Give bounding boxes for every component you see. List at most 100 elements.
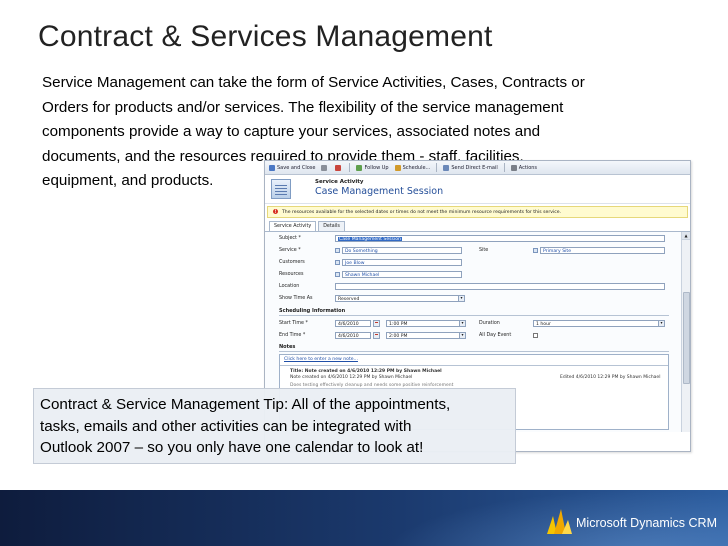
tip-line: tasks, emails and other activities can b… [40,417,412,435]
service-activity-icon [271,179,291,199]
resources-value[interactable]: Shawn Michael [345,273,379,277]
intro-line: components provide a way to capture your… [42,123,541,140]
warning-icon: ! [273,209,278,214]
note-edited: Edited 4/6/2010 12:29 PM by Shawn Michae… [560,375,661,380]
lookup-icon [335,248,340,253]
customers-lookup[interactable]: Joe Blow [342,259,462,266]
all-day-label: All Day Event [479,333,512,338]
location-input[interactable] [335,283,665,290]
form-tabs: Service Activity Details [265,221,690,232]
actions-label: Actions [518,164,538,171]
follow-up-label: Follow Up [364,164,389,171]
notes-divider [280,365,668,366]
schedule-label: Schedule... [402,164,431,171]
form-title: Case Management Session [315,186,444,197]
scroll-thumb[interactable] [683,292,690,384]
note-title: Title: Note created on 4/6/2010 12:29 PM… [290,369,442,374]
show-time-value: Reserved [338,297,360,302]
actions-menu[interactable]: Actions [510,164,538,171]
dynamics-logo-icon [547,509,572,534]
intro-line: Service Management can take the form of … [42,74,585,91]
scheduling-heading: Scheduling Information [279,308,346,314]
follow-up-icon [356,164,363,171]
start-date-value: 4/6/2010 [338,322,359,327]
service-value[interactable]: Do Something [345,249,378,253]
start-date-input[interactable]: 4/6/2010 [335,320,371,327]
duration-value: 1 hour [536,322,551,327]
chevron-down-icon[interactable]: ▾ [459,333,465,338]
toolbar-separator [503,163,505,172]
save-close-button[interactable]: Save and Close [269,164,316,171]
end-time-value: 2:00 PM [389,334,408,339]
form-scrollbar[interactable]: ▲ [681,232,690,432]
section-divider [279,315,669,316]
tip-callout: Contract & Service Management Tip: All o… [33,388,516,464]
entity-type: Service Activity [315,179,364,185]
end-date-input[interactable]: 4/6/2010 [335,332,371,339]
duration-label: Duration [479,321,500,326]
tab-details[interactable]: Details [318,221,345,231]
warning-text: The resources available for the selected… [282,209,562,215]
service-lookup[interactable]: Do Something [342,247,462,254]
form-header: Service Activity Case Management Session [265,175,690,204]
customers-label: Customers [279,260,305,265]
all-day-checkbox[interactable] [533,333,538,338]
note-created: Note created on 4/6/2010 12:29 PM by Sha… [290,375,413,380]
duration-select[interactable]: 1 hour ▾ [533,320,665,327]
show-time-label: Show Time As [279,296,313,301]
subject-value: Case Management Session [338,237,402,242]
tip-line: Contract & Service Management Tip: All o… [40,396,451,413]
customers-value[interactable]: Joe Blow [345,261,364,265]
save-close-label: Save and Close [277,164,316,171]
section-divider [279,351,669,352]
chevron-down-icon[interactable]: ▾ [658,321,664,326]
service-label: Service * [279,248,301,253]
crm-toolbar: Save and Close Follow Up Schedule... Sen… [265,161,690,175]
subject-input[interactable]: Case Management Session [335,235,665,242]
start-time-label: Start Time * [279,321,308,326]
end-time-label: End Time * [279,333,306,338]
delete-icon [335,164,342,171]
lookup-icon [335,260,340,265]
show-time-select[interactable]: Reserved ▾ [335,295,465,302]
site-value[interactable]: Primary Site [543,249,571,253]
scroll-up-icon[interactable]: ▲ [682,232,690,240]
lookup-icon [335,272,340,277]
notes-heading: Notes [279,344,296,350]
footer-brand: Microsoft Dynamics CRM [576,516,717,530]
lookup-icon [533,248,538,253]
slide-title: Contract & Services Management [38,20,493,53]
calendar-icon[interactable] [373,332,380,339]
email-icon [443,164,450,171]
start-time-select[interactable]: 1:00 PM ▾ [386,320,466,327]
resources-label: Resources [279,272,304,277]
start-time-value: 1:00 PM [389,322,408,327]
site-label: Site [479,248,489,253]
resources-lookup[interactable]: Shawn Michael [342,271,462,278]
delete-button[interactable] [335,164,343,171]
intro-line: Orders for products and/or services. The… [42,98,564,116]
site-lookup[interactable]: Primary Site [540,247,665,254]
subject-label: Subject * [279,236,301,241]
location-label: Location [279,284,300,289]
tip-line: Outlook 2007 – so you only have one cale… [40,439,424,456]
schedule-icon [394,164,401,171]
calendar-icon[interactable] [373,320,380,327]
end-date-value: 4/6/2010 [338,334,359,339]
tab-service-activity[interactable]: Service Activity [269,221,317,231]
schedule-button[interactable]: Schedule... [394,164,431,171]
print-icon [321,164,328,171]
new-note-link[interactable]: Click here to enter a new note... [284,357,358,362]
end-time-select[interactable]: 2:00 PM ▾ [386,332,466,339]
print-button[interactable] [321,164,329,171]
toolbar-separator [436,163,438,172]
chevron-down-icon[interactable]: ▾ [459,321,465,326]
send-email-label: Send Direct E-mail [451,164,498,171]
actions-icon [510,164,517,171]
chevron-down-icon[interactable]: ▾ [458,296,464,301]
send-email-button[interactable]: Send Direct E-mail [443,164,498,171]
resource-warning: ! The resources available for the select… [267,206,688,218]
toolbar-separator [349,163,351,172]
follow-up-button[interactable]: Follow Up [356,164,389,171]
save-icon [269,164,275,171]
